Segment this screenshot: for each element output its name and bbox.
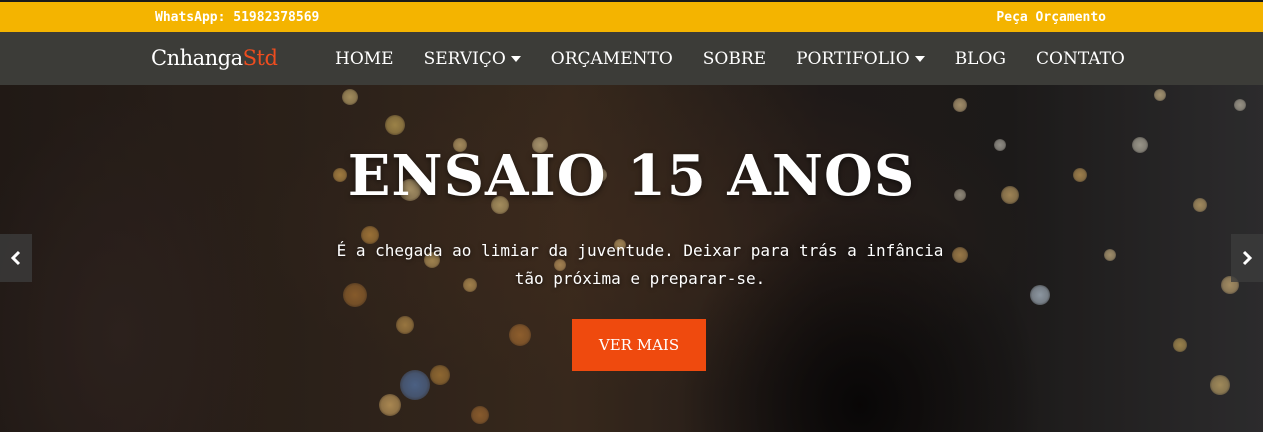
- nav-item-portifolio[interactable]: PORTIFOLIO: [781, 49, 940, 69]
- brand-name: Cnhanga: [151, 46, 243, 70]
- quote-link[interactable]: Peça Orçamento: [996, 10, 1106, 25]
- slider-prev-button[interactable]: [0, 234, 32, 282]
- nav-item-orcamento[interactable]: ORÇAMENTO: [536, 49, 688, 69]
- chevron-left-icon: [10, 250, 21, 266]
- nav-item-label: HOME: [335, 48, 394, 69]
- nav-item-label: BLOG: [954, 48, 1006, 69]
- caret-down-icon: [510, 55, 521, 62]
- nav-item-contato[interactable]: CONTATO: [1021, 49, 1140, 69]
- brand-accent: Std: [242, 46, 278, 70]
- hero-title: ENSAIO 15 ANOS: [347, 143, 916, 209]
- ver-mais-button[interactable]: VER MAIS: [572, 319, 706, 371]
- hero-description-line-1: É a chegada ao limiar da juventude. Deix…: [336, 241, 944, 260]
- slider-next-button[interactable]: [1231, 234, 1263, 282]
- nav-menu: HOME SERVIÇO ORÇAMENTO SOBRE PORTIFOLIO …: [320, 32, 1140, 85]
- top-info-bar: WhatsApp: 51982378569 Peça Orçamento: [0, 0, 1263, 32]
- caret-down-icon: [914, 55, 925, 62]
- nav-item-label: PORTIFOLIO: [796, 48, 910, 69]
- nav-item-label: SOBRE: [702, 48, 767, 69]
- nav-item-label: SERVIÇO: [423, 48, 506, 69]
- nav-item-home[interactable]: HOME: [320, 49, 409, 69]
- nav-item-servico[interactable]: SERVIÇO: [409, 49, 536, 69]
- hero-description: É a chegada ao limiar da juventude. Deix…: [280, 237, 1000, 293]
- hero-slider: ENSAIO 15 ANOS É a chegada ao limiar da …: [0, 85, 1263, 432]
- main-navbar: CnhangaStd HOME SERVIÇO ORÇAMENTO SOBRE …: [0, 32, 1263, 85]
- brand-logo[interactable]: CnhangaStd: [151, 46, 278, 70]
- chevron-right-icon: [1242, 250, 1253, 266]
- nav-item-sobre[interactable]: SOBRE: [688, 49, 781, 69]
- nav-item-blog[interactable]: BLOG: [940, 49, 1021, 69]
- nav-item-label: ORÇAMENTO: [550, 48, 673, 69]
- nav-item-label: CONTATO: [1036, 48, 1125, 69]
- hero-description-line-2: tão próxima e preparar-se.: [514, 269, 766, 288]
- whatsapp-number: WhatsApp: 51982378569: [155, 10, 320, 25]
